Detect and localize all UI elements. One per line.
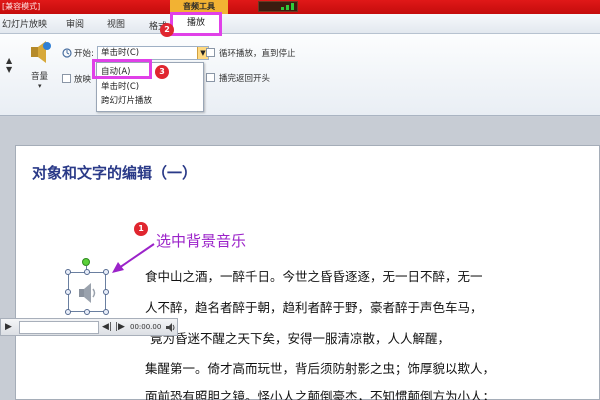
step-badge-3: 3 <box>155 65 169 79</box>
resize-handle[interactable] <box>84 269 90 275</box>
start-label: 开始: <box>74 49 94 59</box>
ribbon-tab-bar: 幻灯片放映 审阅 视图 格式 <box>0 14 600 34</box>
audio-time-readout: 00:00.00 <box>130 323 162 331</box>
body-line: 竟为昏迷不醒之天下矣，安得一服清凉散，人人解醒， <box>150 331 451 346</box>
tab-review[interactable]: 审阅 <box>66 17 84 33</box>
tab-playback[interactable]: 播放 <box>170 12 222 36</box>
slide-title[interactable]: 对象和文字的编辑（一） <box>32 162 197 183</box>
body-line: 人不醉，趋名者醉于朝，趋利者醉于野，豪者醉于声色车马， <box>145 300 483 315</box>
audio-progress-track[interactable] <box>19 321 99 334</box>
window-title: [兼容模式] <box>2 2 41 11</box>
resize-handle[interactable] <box>103 309 109 315</box>
step-badge-1: 1 <box>134 222 148 236</box>
spinner-arrows-icon[interactable]: ▲ ▼ <box>6 56 12 74</box>
resize-handle[interactable] <box>84 309 90 315</box>
resize-handle[interactable] <box>103 289 109 295</box>
rewind-label: 播完返回开头 <box>219 74 271 84</box>
highlight-box-auto <box>92 59 152 79</box>
resize-handle[interactable] <box>65 309 71 315</box>
hide-during-show-checkbox[interactable] <box>62 74 71 83</box>
ribbon-panel: ▲ ▼ 音量 ▾ 开始: 单击时(C) ▼ 放映 循环播放，直到停止 播完返回开头 <box>0 34 600 116</box>
tab-playback-label: 播放 <box>186 18 205 28</box>
annotation-label: 选中背景音乐 <box>156 232 247 250</box>
dropdown-option-on-click[interactable]: 单击时(C) <box>101 81 139 94</box>
step-badge-2: 2 <box>160 23 174 37</box>
volume-label: 音量 <box>31 72 49 82</box>
volume-button[interactable]: 音量 ▾ <box>28 38 58 98</box>
speaker-icon <box>79 283 96 303</box>
resize-handle[interactable] <box>65 269 71 275</box>
body-line: 面前恐有照胆之镜。怪小人之颠倒豪杰，不知惯颠倒方为小人； <box>145 389 496 400</box>
start-clock-icon <box>62 48 72 58</box>
tab-slideshow[interactable]: 幻灯片放映 <box>2 17 47 33</box>
hide-during-show-label: 放映 <box>74 75 92 85</box>
rewind-checkbox[interactable] <box>206 73 215 82</box>
start-select[interactable]: 单击时(C) ▼ <box>97 46 209 60</box>
dropdown-option-across-slides[interactable]: 跨幻灯片播放 <box>101 95 152 108</box>
skip-forward-icon[interactable]: |▶ <box>115 321 125 334</box>
loop-checkbox[interactable] <box>206 48 215 57</box>
chevron-down-icon: ▾ <box>38 82 42 90</box>
body-line: 集醒第一。倚才高而玩世，背后须防射影之虫；饰厚貌以欺人， <box>145 361 496 376</box>
mute-speaker-icon[interactable] <box>165 322 176 333</box>
title-bar: [兼容模式] 音频工具 <box>0 0 600 14</box>
play-icon[interactable]: ▶ <box>5 321 12 334</box>
skip-back-icon[interactable]: ◀| <box>102 321 112 334</box>
tab-view[interactable]: 视图 <box>107 17 125 33</box>
resize-handle[interactable] <box>103 269 109 275</box>
start-select-value: 单击时(C) <box>101 48 140 58</box>
loop-label: 循环播放，直到停止 <box>219 49 296 59</box>
speaker-volume-icon <box>31 41 51 63</box>
volume-meter-icon <box>258 1 298 12</box>
body-line: 食中山之酒，一醉千日。今世之昏昏逐逐，无一日不醉，无一 <box>145 269 483 284</box>
audio-object[interactable] <box>68 272 106 312</box>
audio-player-bar: ▶ ◀| |▶ 00:00.00 <box>0 318 178 336</box>
rotation-handle[interactable] <box>82 258 90 266</box>
resize-handle[interactable] <box>65 289 71 295</box>
